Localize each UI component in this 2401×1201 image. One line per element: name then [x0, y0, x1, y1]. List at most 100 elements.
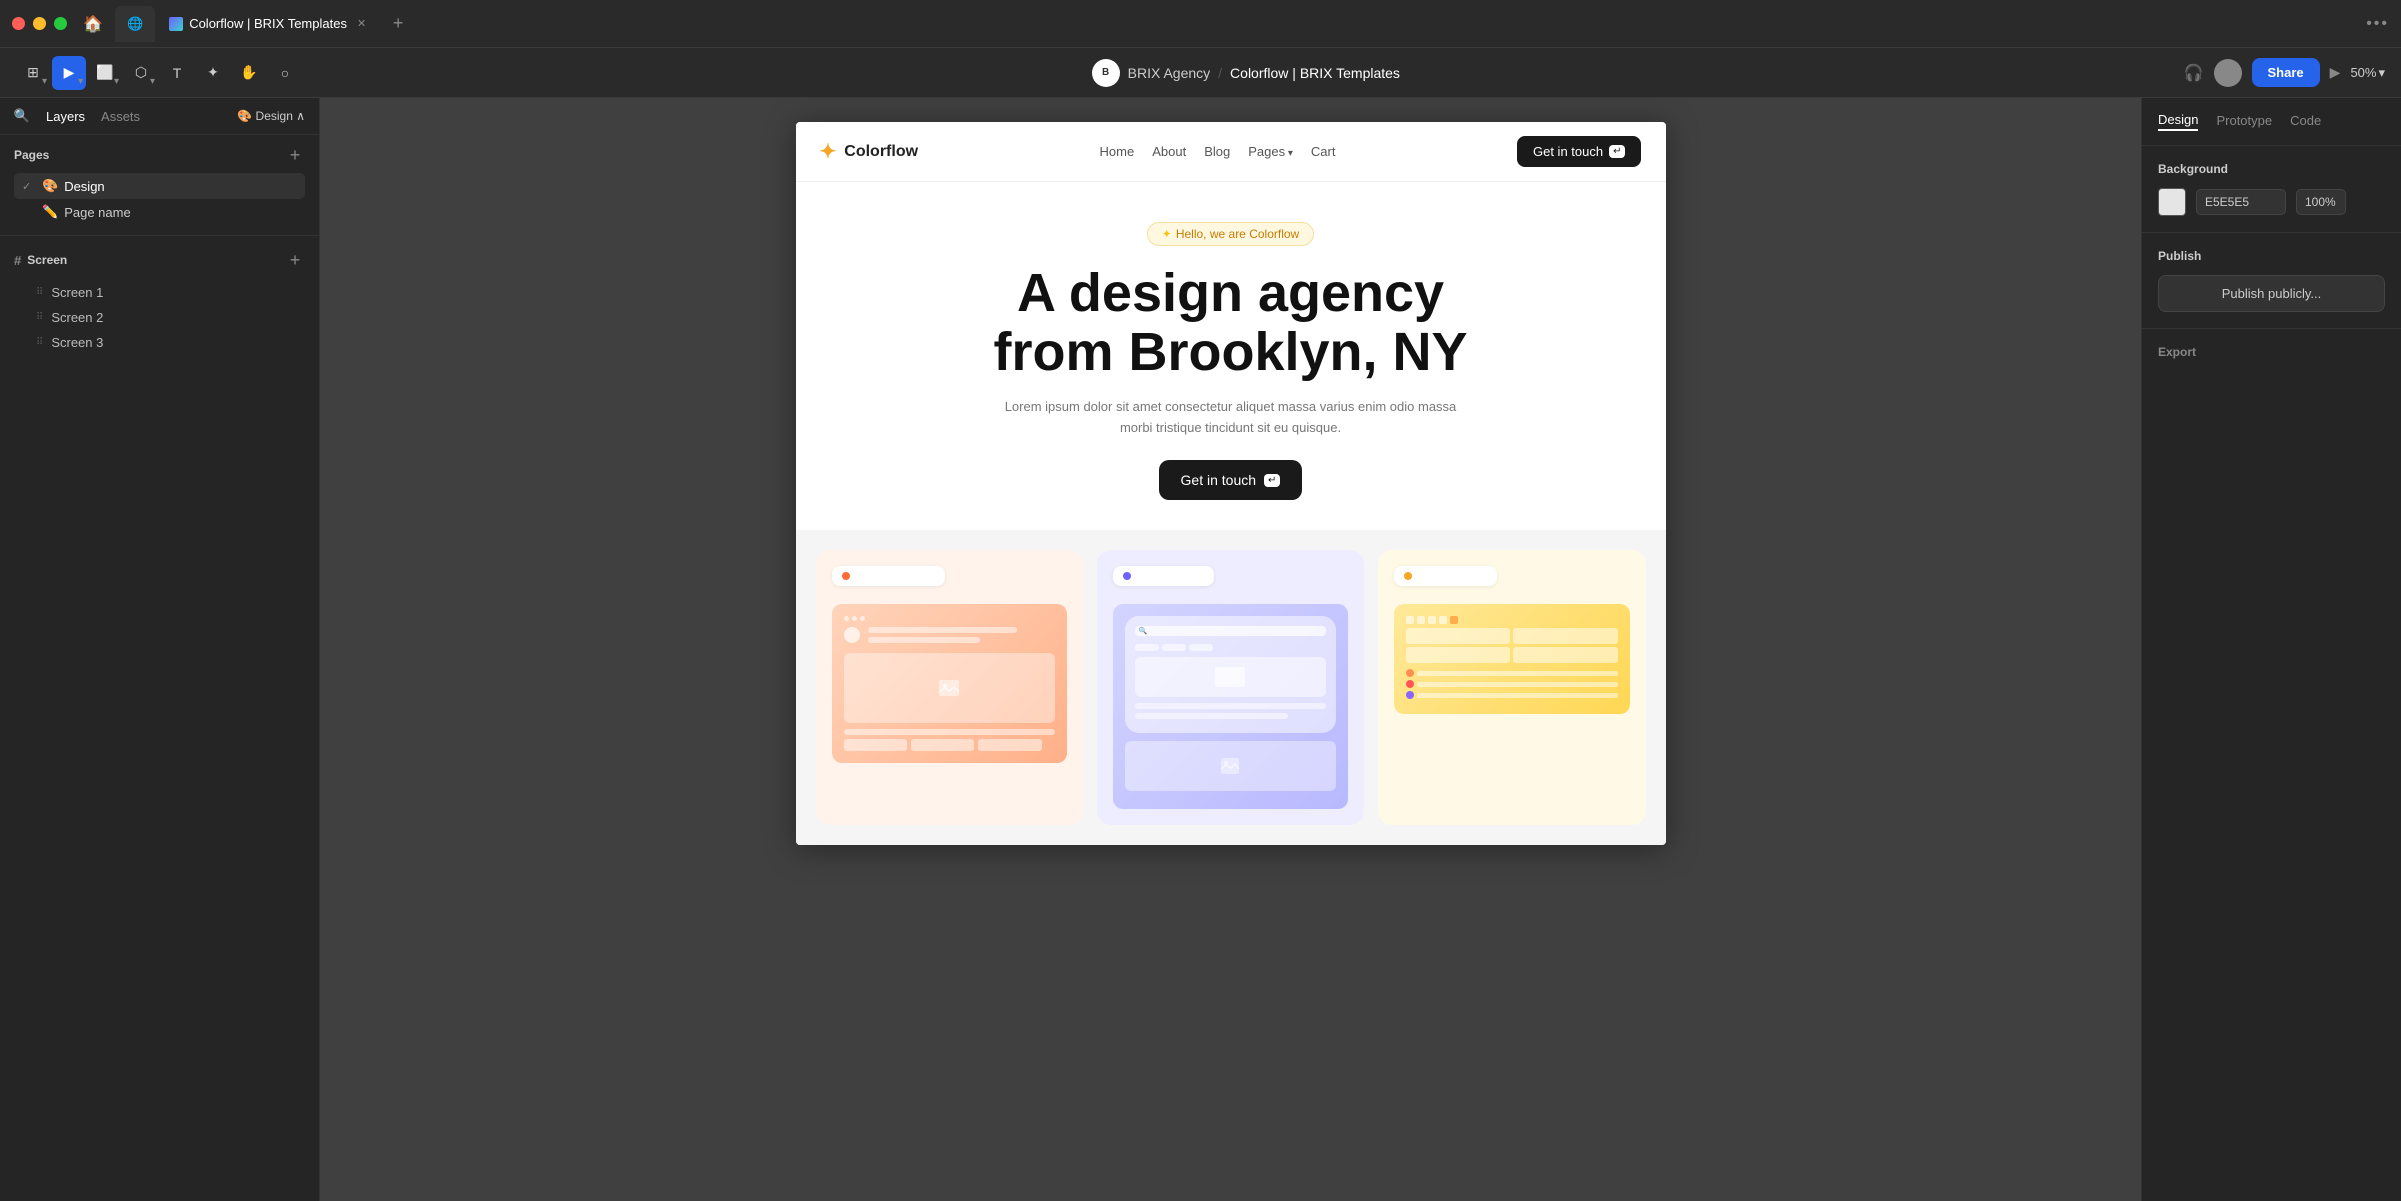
screen-item-3[interactable]: ⠿ Screen 3 — [14, 330, 305, 355]
background-swatch[interactable] — [2158, 188, 2186, 216]
mock-tool — [1406, 616, 1414, 624]
list-text — [1417, 671, 1617, 676]
dot-icon — [1404, 572, 1412, 580]
mock-search: 🔍 — [1135, 626, 1326, 636]
canvas[interactable]: ✦ Colorflow Home About Blog Pages Cart G… — [320, 98, 2141, 1201]
component-tool-button[interactable]: ✦ — [196, 56, 230, 90]
right-panel: Design Prototype Code Background Publish… — [2141, 98, 2401, 1201]
card-uiux-design[interactable]: UI/UX design 🔍 — [1097, 550, 1364, 825]
list-icon — [1406, 691, 1414, 699]
page-item-pagename[interactable]: ✏️ Page name — [14, 199, 305, 225]
card-graphic-design[interactable]: Graphic design — [816, 550, 1083, 825]
card-badge-brand: Brand design — [1394, 566, 1497, 586]
chevron-down-icon: ▾ — [78, 76, 83, 87]
tab-new[interactable]: 🌐 — [115, 6, 155, 42]
export-title: Export — [2158, 345, 2385, 359]
page-item-design[interactable]: ✓ 🎨 Design — [14, 173, 305, 199]
card-mockup-yellow — [1394, 604, 1629, 714]
hero-title: A design agency from Brooklyn, NY — [820, 264, 1642, 383]
mock-image — [844, 653, 1055, 723]
cursor-icon: ▶ — [64, 64, 75, 81]
maximize-button[interactable] — [54, 17, 67, 30]
screen-item-2[interactable]: ⠿ Screen 2 — [14, 305, 305, 330]
mock-dot — [844, 616, 849, 621]
mock-line — [868, 627, 1018, 633]
mock-dot — [860, 616, 865, 621]
mock-toolbar — [1406, 616, 1617, 624]
mock-grid-cell — [1406, 647, 1510, 663]
card-label: Brand design — [1417, 570, 1487, 582]
publish-section: Publish Publish publicly... — [2142, 233, 2401, 329]
right-panel-tabs: Design Prototype Code — [2142, 98, 2401, 146]
tab-code[interactable]: Code — [2290, 113, 2321, 130]
tool-group-left: ⊞ ▾ ▶ ▾ ⬜ ▾ ⬡ ▾ T ✦ ✋ ○ — [16, 56, 302, 90]
minimize-button[interactable] — [33, 17, 46, 30]
main-content: 🔍 Layers Assets 🎨 Design ∧ Pages + ✓ 🎨 D… — [0, 98, 2401, 1201]
tab-label: Colorflow | BRIX Templates — [189, 16, 347, 31]
add-screen-button[interactable]: + — [285, 250, 305, 270]
nav-pages[interactable]: Pages — [1248, 144, 1293, 159]
hand-tool-button[interactable]: ✋ — [232, 56, 266, 90]
card-mockup-purple: 🔍 — [1113, 604, 1348, 809]
toolbar-brand: B BRIX Agency / Colorflow | BRIX Templat… — [1092, 59, 1400, 87]
page-icon: 🎨 — [42, 178, 58, 194]
design-badge[interactable]: 🎨 Design ∧ — [237, 109, 305, 123]
page-label: Design — [64, 179, 104, 194]
mock-tag — [1135, 644, 1159, 651]
mock-tag — [1162, 644, 1186, 651]
badge-star-icon: ✦ — [1162, 227, 1172, 241]
hand-icon: ✋ — [240, 64, 257, 81]
hero-cta-button[interactable]: Get in touch ↵ — [1159, 460, 1303, 500]
nav-blog[interactable]: Blog — [1204, 144, 1230, 159]
publish-button[interactable]: Publish publicly... — [2158, 275, 2385, 312]
more-icon[interactable]: ••• — [2366, 15, 2389, 33]
background-hex-input[interactable] — [2196, 189, 2286, 215]
background-opacity-input[interactable] — [2296, 189, 2346, 215]
dot-icon — [1123, 572, 1131, 580]
mock-tool — [1428, 616, 1436, 624]
list-text — [1417, 682, 1617, 687]
headphones-icon[interactable]: 🎧 — [2184, 63, 2204, 83]
toolbar-center: B BRIX Agency / Colorflow | BRIX Templat… — [312, 59, 2180, 87]
text-tool-button[interactable]: T — [160, 56, 194, 90]
enter-icon: ↵ — [1264, 474, 1280, 487]
add-page-button[interactable]: + — [285, 145, 305, 165]
logo-star-icon: ✦ — [820, 139, 837, 164]
home-icon[interactable]: 🏠 — [79, 10, 107, 38]
tab-design[interactable]: Design — [2158, 112, 2198, 131]
nav-cta-button[interactable]: Get in touch ↵ — [1517, 136, 1642, 167]
zoom-control[interactable]: 50% ▾ — [2350, 65, 2385, 81]
share-button[interactable]: Share — [2252, 58, 2320, 87]
badge-text: Hello, we are Colorflow — [1176, 227, 1299, 241]
screen-item-1[interactable]: ⠿ Screen 1 — [14, 280, 305, 305]
card-brand-design[interactable]: Brand design — [1378, 550, 1645, 825]
frame-tool-button[interactable]: ⬜ ▾ — [88, 56, 122, 90]
drag-handle-icon: ⠿ — [36, 287, 43, 298]
comment-tool-button[interactable]: ○ — [268, 56, 302, 90]
tab-close-icon[interactable]: ✕ — [357, 17, 366, 30]
nav-home[interactable]: Home — [1100, 144, 1135, 159]
tab-prototype[interactable]: Prototype — [2216, 113, 2272, 130]
shape-tool-button[interactable]: ⬡ ▾ — [124, 56, 158, 90]
tab-colorflow[interactable]: Colorflow | BRIX Templates ✕ — [157, 6, 378, 42]
title-bar: 🏠 🌐 Colorflow | BRIX Templates ✕ + ••• — [0, 0, 2401, 48]
play-icon[interactable]: ▶ — [2330, 64, 2341, 81]
search-icon[interactable]: 🔍 — [14, 108, 30, 124]
background-swatch-row — [2158, 188, 2385, 216]
screen-label: Screen 2 — [51, 310, 103, 325]
pages-section: Pages + ✓ 🎨 Design ✏️ Page name — [0, 135, 319, 235]
nav-about[interactable]: About — [1152, 144, 1186, 159]
mock-tool — [1417, 616, 1425, 624]
mock-line — [868, 637, 980, 643]
close-button[interactable] — [12, 17, 25, 30]
tab-assets[interactable]: Assets — [101, 109, 140, 124]
select-tool-button[interactable]: ▶ ▾ — [52, 56, 86, 90]
pages-header: Pages + — [14, 145, 305, 165]
user-avatar[interactable] — [2214, 59, 2242, 87]
nav-cart[interactable]: Cart — [1311, 144, 1336, 159]
left-panel: 🔍 Layers Assets 🎨 Design ∧ Pages + ✓ 🎨 D… — [0, 98, 320, 1201]
nav-cta-label: Get in touch — [1533, 144, 1603, 159]
tab-layers[interactable]: Layers — [46, 109, 85, 124]
grid-tool-button[interactable]: ⊞ ▾ — [16, 56, 50, 90]
tab-add-button[interactable]: + — [386, 12, 410, 36]
